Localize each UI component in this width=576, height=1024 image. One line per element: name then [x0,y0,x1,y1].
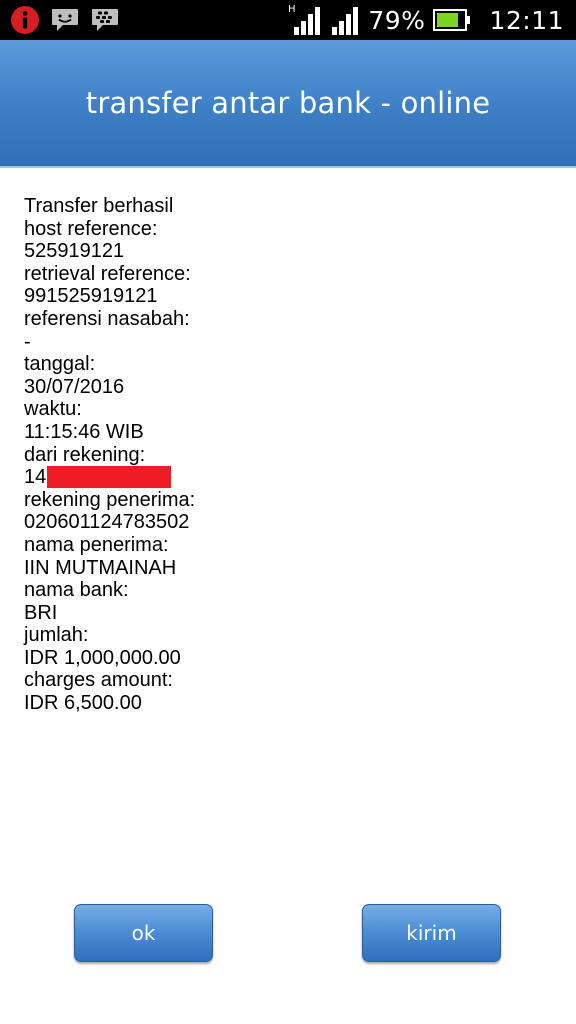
network-type-label: H [288,4,296,15]
date-label: tanggal: [24,353,96,376]
status-bar: H 79% 12:11 [0,0,576,40]
bank-name-value: BRI [24,601,58,624]
battery-icon [433,9,471,31]
date-value: 30/07/2016 [24,375,125,398]
amount-label: jumlah: [24,624,89,647]
system-indicators: H 79% 12:11 [288,0,564,40]
status-clock: 12:11 [489,5,564,35]
time-label: waktu: [24,398,82,421]
recipient-name-label: nama penerima: [24,533,169,556]
kirim-button[interactable]: kirim [362,904,501,962]
host-reference-label: host reference: [24,217,158,240]
source-account-label: dari rekening: [24,443,146,466]
title-bar: transfer antar bank - online [0,40,576,168]
amount-value: IDR 1,000,000.00 [24,646,181,669]
transfer-receipt: Transfer berhasil host reference: 525919… [24,195,544,715]
chat-message-icon [52,9,78,31]
battery-percent: 79% [368,5,426,35]
retrieval-reference-value: 991525919121 [24,285,158,308]
info-notification-icon [11,6,39,34]
host-reference-value: 525919121 [24,240,125,263]
redaction-block [47,466,172,489]
mobile-signal-icon [332,7,359,35]
ok-button[interactable]: ok [74,904,213,962]
customer-reference-value: - [24,330,31,353]
retrieval-reference-label: retrieval reference: [24,262,191,285]
recipient-name-value: IIN MUTMAINAH [24,556,177,579]
bbm-messenger-icon [92,9,118,31]
recipient-account-value: 020601124783502 [24,511,190,534]
charges-amount-label: charges amount: [24,669,173,692]
notification-icons [10,4,120,36]
source-account-row: 14 [24,466,544,489]
charges-amount-value: IDR 6,500.00 [24,692,142,715]
source-account-value: 14 [24,466,47,489]
customer-reference-label: referensi nasabah: [24,307,190,330]
recipient-account-label: rekening penerima: [24,488,196,511]
time-value: 11:15:46 WIB [24,420,144,443]
page-title: transfer antar bank - online [85,86,491,120]
mobile-signal-hspa-icon: H [288,4,321,35]
bank-name-label: nama bank: [24,579,129,602]
status-message: Transfer berhasil [24,195,174,217]
